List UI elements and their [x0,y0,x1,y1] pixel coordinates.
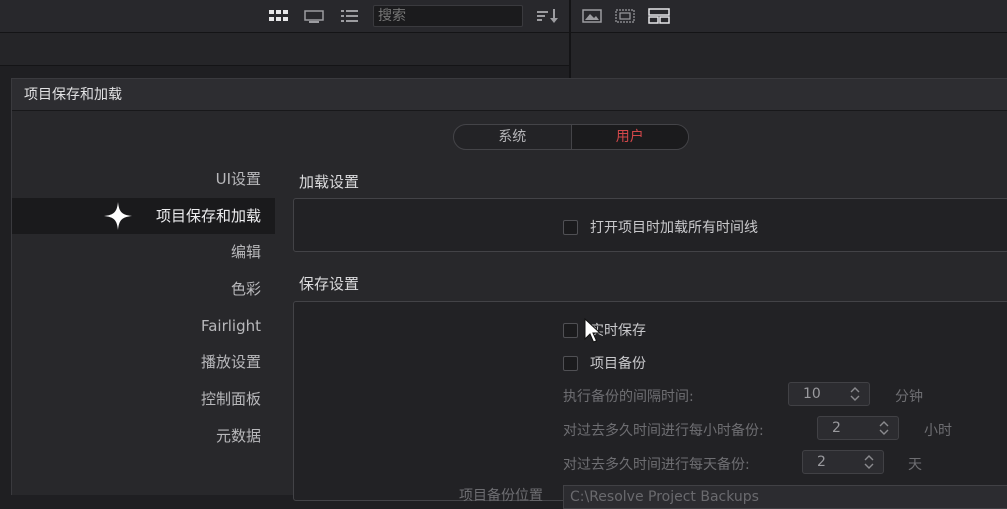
save-settings-title: 保存设置 [299,275,360,293]
image-icon[interactable] [582,8,602,24]
layout-icon[interactable] [648,8,670,24]
system-user-toggle: 系统 用户 [453,124,689,150]
mouse-cursor-icon [584,318,602,343]
sidebar-item-color[interactable]: 色彩 [12,271,275,308]
daily-backup-label: 对过去多久时间进行每天备份: [563,457,750,473]
sidebar-item-label: 项目保存和加载 [155,206,261,225]
hourly-backup-stepper[interactable]: 2 [817,416,899,440]
project-backup-label: 项目备份 [590,356,646,372]
tab-user[interactable]: 用户 [571,125,688,149]
viewer-toolbar [571,33,1007,78]
secondary-toolbar [0,33,569,66]
project-backup-checkbox[interactable] [563,355,578,371]
sort-icon[interactable] [536,8,560,24]
search-input[interactable] [373,5,523,27]
daily-backup-stepper[interactable]: 2 [802,450,884,474]
load-all-timelines-label: 打开项目时加载所有时间线 [590,220,758,236]
sidebar-item-playback[interactable]: 播放设置 [12,344,275,381]
tab-system[interactable]: 系统 [454,125,572,149]
grid-view-icon[interactable] [268,8,288,24]
load-settings-title: 加载设置 [299,173,360,191]
backup-interval-value: 10 [803,386,821,402]
sidebar-item-edit[interactable]: 编辑 [12,234,275,271]
backup-location-field[interactable]: C:\Resolve Project Backups [563,485,1007,509]
hourly-backup-unit: 小时 [924,423,952,439]
backup-location-label: 项目备份位置 [459,488,543,504]
dialog-title: 项目保存和加载 [12,79,1007,111]
sidebar: UI设置 项目保存和加载 编辑 色彩 Fairlight 播放设置 控制面板 元… [12,161,275,455]
backup-interval-unit: 分钟 [895,389,923,405]
sidebar-item-metadata[interactable]: 元数据 [12,418,275,455]
live-save-option[interactable]: 实时保存 [563,320,646,340]
daily-backup-unit: 天 [908,457,922,473]
preferences-dialog: 项目保存和加载 系统 用户 UI设置 项目保存和加载 编辑 色彩 Fairlig… [11,78,1007,509]
stepper-arrows-icon[interactable] [863,453,875,471]
save-settings-panel: 实时保存 项目备份 执行备份的间隔时间: 10 分钟 对过去多久时间进行每小时备… [293,301,1007,501]
list-view-icon[interactable] [340,8,360,24]
sidebar-item-fairlight[interactable]: Fairlight [12,308,275,345]
stepper-arrows-icon[interactable] [849,385,861,403]
sparkle-icon [104,201,132,230]
load-all-timelines-option[interactable]: 打开项目时加载所有时间线 [563,217,758,237]
filmstrip-view-icon[interactable] [304,8,324,24]
stepper-arrows-icon[interactable] [878,419,890,437]
backup-interval-stepper[interactable]: 10 [788,382,870,406]
load-settings-panel: 打开项目时加载所有时间线 [293,198,1007,252]
daily-backup-value: 2 [817,454,826,470]
backup-interval-label: 执行备份的间隔时间: [563,389,694,405]
load-all-timelines-checkbox[interactable] [563,219,578,235]
sidebar-item-project-save-load[interactable]: 项目保存和加载 [12,197,275,235]
sidebar-item-ui-settings[interactable]: UI设置 [12,161,275,198]
hourly-backup-value: 2 [832,420,841,436]
live-save-checkbox[interactable] [563,322,578,338]
sidebar-item-control-panels[interactable]: 控制面板 [12,381,275,418]
top-toolbar [0,0,1007,78]
clip-frame-icon[interactable] [614,8,636,24]
project-backup-option[interactable]: 项目备份 [563,353,646,373]
hourly-backup-label: 对过去多久时间进行每小时备份: [563,423,764,439]
